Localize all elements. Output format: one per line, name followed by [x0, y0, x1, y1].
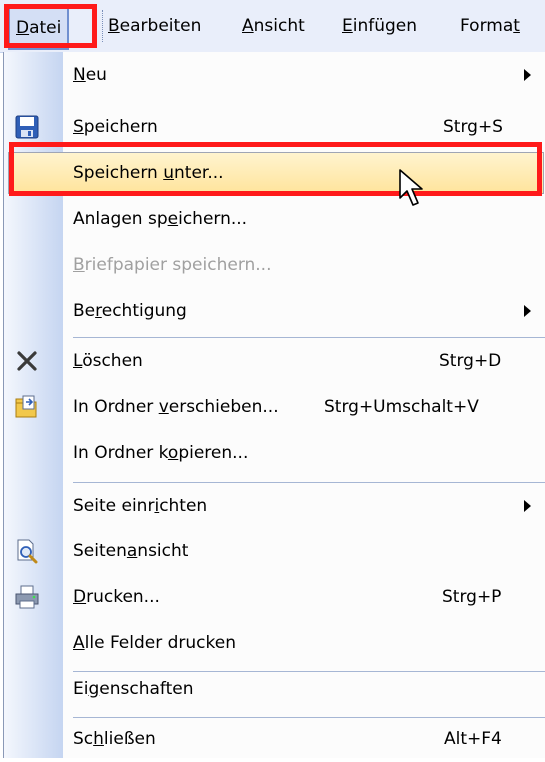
move-to-folder-icon [15, 395, 37, 418]
menu-bearbeiten[interactable]: Bearbeiten [108, 6, 201, 46]
shortcut-label: Alt+F4 [444, 729, 502, 749]
menu-item-label: Speichern unter... [73, 163, 224, 183]
menu-item-label: Briefpapier speichern... [73, 255, 272, 275]
menu-datei[interactable]: Datei [8, 6, 70, 50]
menu-item-label: In Ordner kopieren... [73, 443, 249, 463]
submenu-arrow-icon [524, 500, 531, 512]
menubar-separator [102, 10, 106, 42]
menu-item-seitenansicht[interactable]: Seitenansicht [4, 528, 545, 574]
shortcut-label: Strg+S [443, 117, 503, 137]
printer-icon [15, 585, 39, 609]
submenu-arrow-icon [524, 305, 531, 317]
menu-item-loeschen[interactable]: Löschen Strg+D [4, 338, 545, 384]
submenu-arrow-icon [524, 69, 531, 81]
menu-item-label: In Ordner verschieben... [73, 397, 279, 417]
menu-item-in-ordner-verschieben[interactable]: In Ordner verschieben... Strg+Umschalt+V [4, 384, 545, 430]
menu-item-neu[interactable]: Neu [4, 52, 545, 98]
menu-item-label: Anlagen speichern... [73, 209, 248, 229]
menu-item-label: Löschen [73, 351, 143, 371]
menu-item-in-ordner-kopieren[interactable]: In Ordner kopieren... [4, 430, 545, 476]
menu-item-label: Eigenschaften [73, 679, 194, 699]
menu-item-berechtigung[interactable]: Berechtigung [4, 288, 545, 334]
menu-item-speichern[interactable]: Speichern Strg+S [4, 104, 545, 150]
menu-item-label: Speichern [73, 117, 158, 137]
menu-item-label: Drucken... [73, 587, 160, 607]
menu-item-briefpapier-speichern: Briefpapier speichern... [4, 242, 545, 288]
menu-item-speichern-unter[interactable]: Speichern unter... [4, 150, 545, 196]
shortcut-label: Strg+P [442, 587, 502, 607]
delete-x-icon [17, 351, 37, 371]
menu-item-seite-einrichten[interactable]: Seite einrichten [4, 483, 545, 529]
floppy-disk-icon [15, 115, 39, 139]
menu-item-label: Seitenansicht [73, 541, 189, 561]
menu-item-schliessen[interactable]: Schließen Alt+F4 [4, 716, 545, 762]
menu-item-alle-felder-drucken[interactable]: Alle Felder drucken [4, 620, 545, 666]
menu-item-label: Alle Felder drucken [73, 633, 236, 653]
menu-item-label: Seite einrichten [73, 496, 208, 516]
menu-ansicht[interactable]: Ansicht [242, 6, 305, 46]
menu-item-drucken[interactable]: Drucken... Strg+P [4, 574, 545, 620]
menu-format[interactable]: Format [460, 6, 520, 46]
menu-item-label: Neu [73, 65, 107, 85]
menu-item-anlagen-speichern[interactable]: Anlagen speichern... [4, 196, 545, 242]
mouse-cursor-icon [399, 169, 423, 206]
file-dropdown-menu: Neu Speichern Strg+S Speichern unter... … [3, 52, 545, 758]
menu-einfuegen[interactable]: Einfügen [342, 6, 417, 46]
menu-item-eigenschaften[interactable]: Eigenschaften [4, 666, 545, 712]
menu-item-label: Schließen [73, 729, 156, 749]
menu-bar: Datei Bearbeiten Ansicht Einfügen Format [0, 0, 545, 53]
shortcut-label: Strg+Umschalt+V [324, 397, 479, 417]
menu-item-label: Berechtigung [73, 301, 187, 321]
shortcut-label: Strg+D [439, 351, 502, 371]
print-preview-icon [17, 539, 38, 564]
